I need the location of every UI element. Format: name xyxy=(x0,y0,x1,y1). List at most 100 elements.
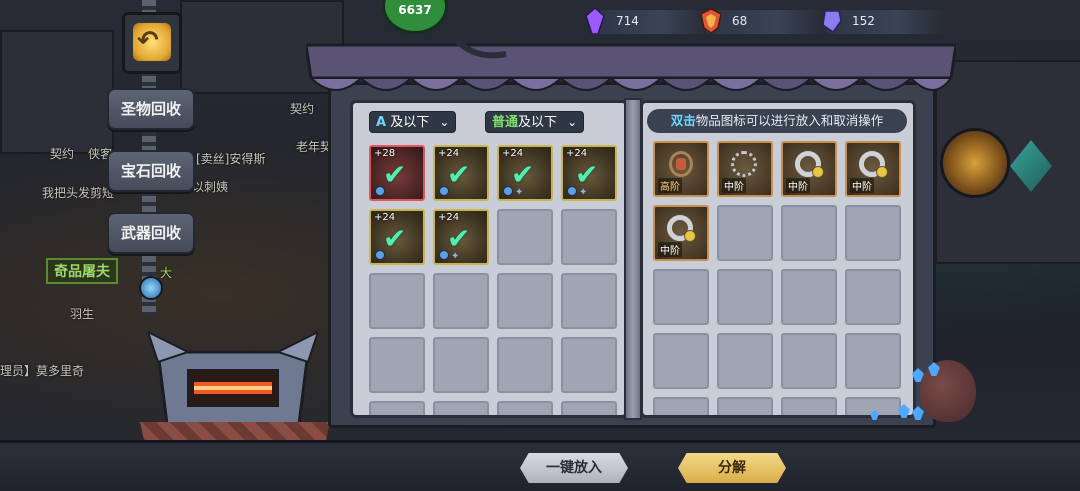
chevron-down-icon: ⌄ xyxy=(567,115,578,129)
npc-label: [卖丝]安得斯 xyxy=(196,152,266,166)
empty-slot[interactable] xyxy=(717,333,773,389)
empty-slot[interactable] xyxy=(653,269,709,325)
selected-item[interactable]: 高阶 xyxy=(653,141,709,197)
inventory-page: A 及以下 ⌄ 普通及以下 ⌄ +28 ✔ +24 ✔ +24 ✔ ✦ +24 … xyxy=(350,100,628,418)
gauge-value: 6637 xyxy=(398,3,432,17)
inventory-item[interactable]: +24 ✔ ✦ xyxy=(433,209,489,265)
empty-slot[interactable] xyxy=(369,273,425,329)
put-all-button[interactable]: 一键放入 xyxy=(520,453,628,483)
empty-slot[interactable] xyxy=(497,401,553,415)
selected-item[interactable]: 中阶 xyxy=(653,205,709,261)
npc-title-badge: 奇品屠夫 xyxy=(46,258,118,284)
amulet-icon xyxy=(669,151,693,177)
emblem-icon xyxy=(940,128,1010,198)
inventory-item[interactable]: +24 ✔ xyxy=(433,145,489,201)
empty-slot[interactable] xyxy=(717,269,773,325)
rarity-icon: A xyxy=(376,115,387,130)
empty-slot[interactable] xyxy=(845,205,901,261)
orb-icon xyxy=(139,276,163,300)
ring-icon xyxy=(795,151,824,178)
check-icon: ✔ xyxy=(447,158,471,191)
purple-crystal-icon xyxy=(585,8,605,34)
empty-slot[interactable] xyxy=(369,337,425,393)
gem-recycle-button[interactable]: 宝石回收 xyxy=(107,150,195,192)
game-scene: 契约 侠客 [卖丝]安得斯 我把头发剪短 卖以刺姨 奇品屠夫 大 羽生 理员】莫… xyxy=(0,0,1080,491)
selected-item[interactable]: 中阶 xyxy=(781,141,837,197)
decompose-button[interactable]: 分解 xyxy=(678,453,786,483)
npc-label: 我把头发剪短 xyxy=(42,186,115,200)
hint-highlight: 双击 xyxy=(670,113,696,128)
selected-item[interactable]: 中阶 xyxy=(845,141,901,197)
empty-slot[interactable] xyxy=(717,205,773,261)
gem-socket-icon xyxy=(375,186,385,196)
blue-gem-icon xyxy=(822,10,842,34)
item-tier: 中阶 xyxy=(850,178,874,193)
empty-slot[interactable] xyxy=(497,273,553,329)
gem-socket-icon xyxy=(503,186,513,196)
empty-slot[interactable] xyxy=(845,333,901,389)
resource-value: 152 xyxy=(852,14,875,28)
empty-slot[interactable] xyxy=(781,333,837,389)
check-icon: ✔ xyxy=(383,222,407,255)
resource-purple-crystal: 714 xyxy=(585,8,710,34)
item-tier: 中阶 xyxy=(722,178,746,193)
back-arrow-icon: ↶ xyxy=(137,26,159,56)
background-house xyxy=(0,30,114,154)
star-icon: ✦ xyxy=(579,187,588,198)
check-icon: ✔ xyxy=(511,158,535,191)
chain-necklace-icon xyxy=(731,151,757,177)
chevron-down-icon: ⌄ xyxy=(439,115,450,129)
empty-slot[interactable] xyxy=(433,337,489,393)
empty-slot[interactable] xyxy=(369,401,425,415)
relic-recycle-button[interactable]: 圣物回收 xyxy=(107,88,195,130)
rarity-filter-dropdown[interactable]: A 及以下 ⌄ xyxy=(369,111,457,133)
empty-slot[interactable] xyxy=(561,273,617,329)
empty-slot[interactable] xyxy=(653,397,709,415)
selected-item[interactable]: 中阶 xyxy=(717,141,773,197)
star-icon: ✦ xyxy=(451,251,460,262)
empty-slot[interactable] xyxy=(433,273,489,329)
item-tier: 高阶 xyxy=(658,178,682,193)
quality-highlight: 普通 xyxy=(492,115,519,130)
check-icon: ✔ xyxy=(575,158,599,191)
empty-slot[interactable] xyxy=(717,397,773,415)
empty-slot[interactable] xyxy=(781,205,837,261)
resource-value: 68 xyxy=(732,14,748,28)
gem-socket-icon xyxy=(439,186,449,196)
weapon-recycle-button[interactable]: 武器回收 xyxy=(107,212,195,254)
star-icon: ✦ xyxy=(515,187,524,198)
ring-icon xyxy=(859,151,888,178)
npc-label: 老年契 xyxy=(296,140,333,154)
empty-slot[interactable] xyxy=(561,209,617,265)
resource-value: 714 xyxy=(616,14,639,28)
check-icon: ✔ xyxy=(383,158,407,191)
empty-slot[interactable] xyxy=(781,269,837,325)
inventory-item[interactable]: +28 ✔ xyxy=(369,145,425,201)
empty-slot[interactable] xyxy=(781,397,837,415)
npc-label: 大 xyxy=(160,266,173,280)
empty-slot[interactable] xyxy=(845,269,901,325)
inventory-item[interactable]: +24 ✔ xyxy=(369,209,425,265)
inventory-item[interactable]: +24 ✔ ✦ xyxy=(561,145,617,201)
item-tier: 中阶 xyxy=(658,242,682,257)
red-shield-icon xyxy=(700,8,722,34)
empty-slot[interactable] xyxy=(653,333,709,389)
quality-filter-dropdown[interactable]: 普通及以下 ⌄ xyxy=(485,111,585,133)
item-tier: 中阶 xyxy=(786,178,810,193)
empty-slot[interactable] xyxy=(433,401,489,415)
npc-label: 理员】莫多里奇 xyxy=(0,364,85,378)
empty-slot[interactable] xyxy=(497,337,553,393)
empty-slot[interactable] xyxy=(561,337,617,393)
rarity-filter-label: 及以下 xyxy=(390,115,430,130)
empty-slot[interactable] xyxy=(561,401,617,415)
empty-slot[interactable] xyxy=(497,209,553,265)
npc-label: 契约 xyxy=(290,102,315,116)
gem-socket-icon xyxy=(375,250,385,260)
resource-blue-gem: 152 xyxy=(822,10,946,34)
hint-text: 物品图标可以进行放入和取消操作 xyxy=(695,113,884,128)
gem-socket-icon xyxy=(567,186,577,196)
gem-socket-icon xyxy=(439,250,449,260)
inventory-item[interactable]: +24 ✔ ✦ xyxy=(497,145,553,201)
back-lamp-button[interactable]: ↶ xyxy=(122,12,182,74)
npc-label: 契约 xyxy=(50,147,75,161)
